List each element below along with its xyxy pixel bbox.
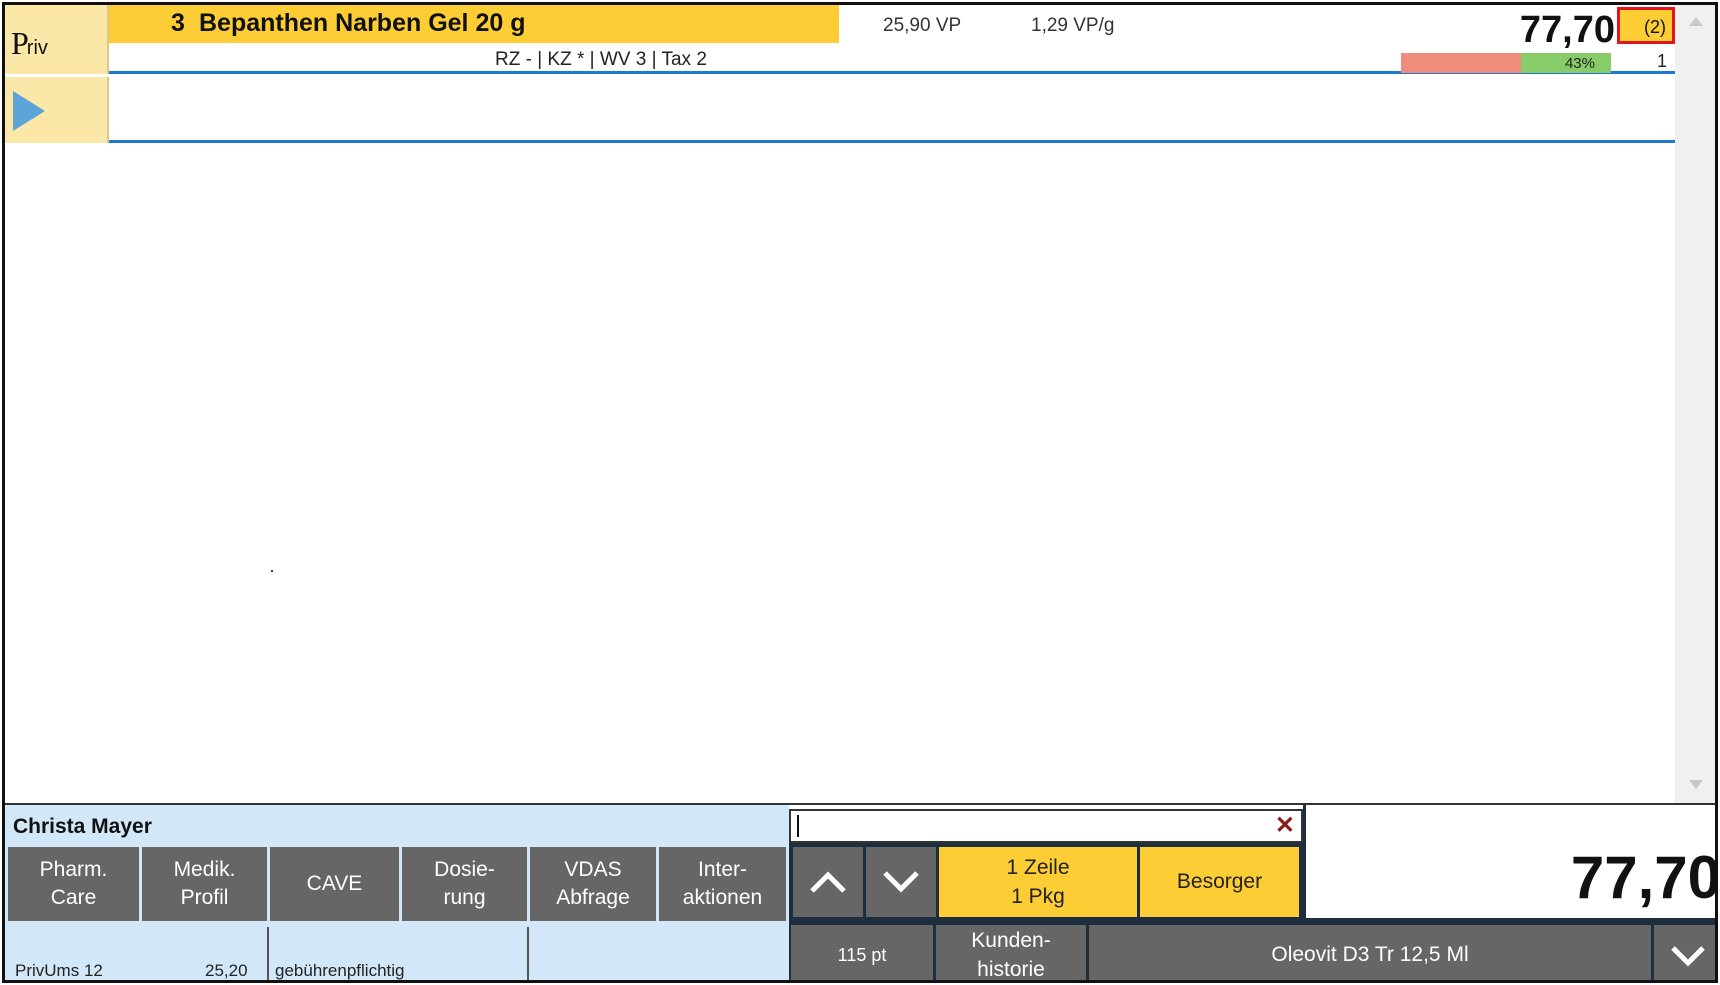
privums-label: PrivUms 12 xyxy=(15,961,103,980)
customer-panel: Christa Mayer Pharm. Care Medik. Profil … xyxy=(5,805,789,980)
total-display: 77,70 xyxy=(1303,805,1718,921)
article-vp-per-gram: 1,29 VP/g xyxy=(1031,15,1115,36)
play-cell[interactable] xyxy=(5,77,109,143)
total-amount: 77,70 xyxy=(1570,844,1718,911)
privums-value: 25,20 xyxy=(205,961,248,980)
article-vp: 25,90 VP xyxy=(883,15,962,36)
interaktionen-button[interactable]: Inter- aktionen xyxy=(659,847,786,921)
stray-dot xyxy=(271,570,273,572)
margin-bar: 43% xyxy=(1401,53,1611,73)
action-bar: 1 Zeile 1 Pkg Besorger xyxy=(789,843,1303,921)
article-name: Bepanthen Narben Gel 20 g xyxy=(199,9,526,37)
article-subinfo: RZ - | KZ * | WV 3 | Tax 2 xyxy=(495,49,707,70)
zeile-pkg-button[interactable]: 1 Zeile 1 Pkg xyxy=(939,847,1137,917)
article-row[interactable]: Priv 3 Bepanthen Narben Gel 20 g 25,90 V… xyxy=(5,5,1675,74)
chevron-down-icon xyxy=(883,871,919,893)
chevron-up-icon xyxy=(810,871,846,893)
article-price: 77,70 xyxy=(1519,9,1615,51)
medik-profil-button[interactable]: Medik. Profil xyxy=(142,847,267,921)
points-button[interactable]: 115 pt xyxy=(791,925,933,980)
text-caret xyxy=(797,815,799,837)
vdas-abfrage-button[interactable]: VDAS Abfrage xyxy=(530,847,656,921)
clear-icon[interactable]: ✕ xyxy=(1275,811,1295,840)
play-icon xyxy=(13,91,45,131)
chevron-down-icon xyxy=(1670,945,1705,967)
article-search-input[interactable]: ✕ xyxy=(789,809,1303,843)
dosierung-button[interactable]: Dosie- rung xyxy=(402,847,527,921)
suggestion-dropdown-button[interactable] xyxy=(1654,925,1715,980)
cave-button[interactable]: CAVE xyxy=(270,847,399,921)
product-suggestion-button[interactable]: Oleovit D3 Tr 12,5 Ml xyxy=(1089,925,1651,980)
customer-name[interactable]: Christa Mayer xyxy=(13,815,152,839)
down-button[interactable] xyxy=(866,847,936,917)
besorger-button[interactable]: Besorger xyxy=(1140,847,1299,917)
priv-cell[interactable]: Priv xyxy=(5,5,109,74)
scroll-up-icon[interactable] xyxy=(1689,17,1703,26)
pos-window: Priv 3 Bepanthen Narben Gel 20 g 25,90 V… xyxy=(2,2,1718,983)
input-row[interactable] xyxy=(5,77,1675,143)
article-list: Priv 3 Bepanthen Narben Gel 20 g 25,90 V… xyxy=(5,5,1675,803)
lower-action-bar: 115 pt Kunden- historie Oleovit D3 Tr 12… xyxy=(789,921,1715,980)
margin-percent: 43% xyxy=(1564,55,1595,72)
fee-status: gebührenpflichtig xyxy=(275,961,405,980)
scrollbar[interactable] xyxy=(1675,5,1715,803)
article-count-badge[interactable]: (2) xyxy=(1617,7,1675,44)
up-button[interactable] xyxy=(793,847,863,917)
article-row-quantity: 1 xyxy=(1656,51,1667,71)
article-name-bar[interactable]: 3 Bepanthen Narben Gel 20 g xyxy=(109,5,839,43)
article-quantity: 3 xyxy=(171,9,185,37)
bottom-panel: Christa Mayer Pharm. Care Medik. Profil … xyxy=(5,803,1718,980)
pharm-care-button[interactable]: Pharm. Care xyxy=(8,847,139,921)
priv-label: Priv xyxy=(11,25,48,61)
scroll-down-icon[interactable] xyxy=(1689,780,1703,789)
kundenhistorie-button[interactable]: Kunden- historie xyxy=(936,925,1086,980)
